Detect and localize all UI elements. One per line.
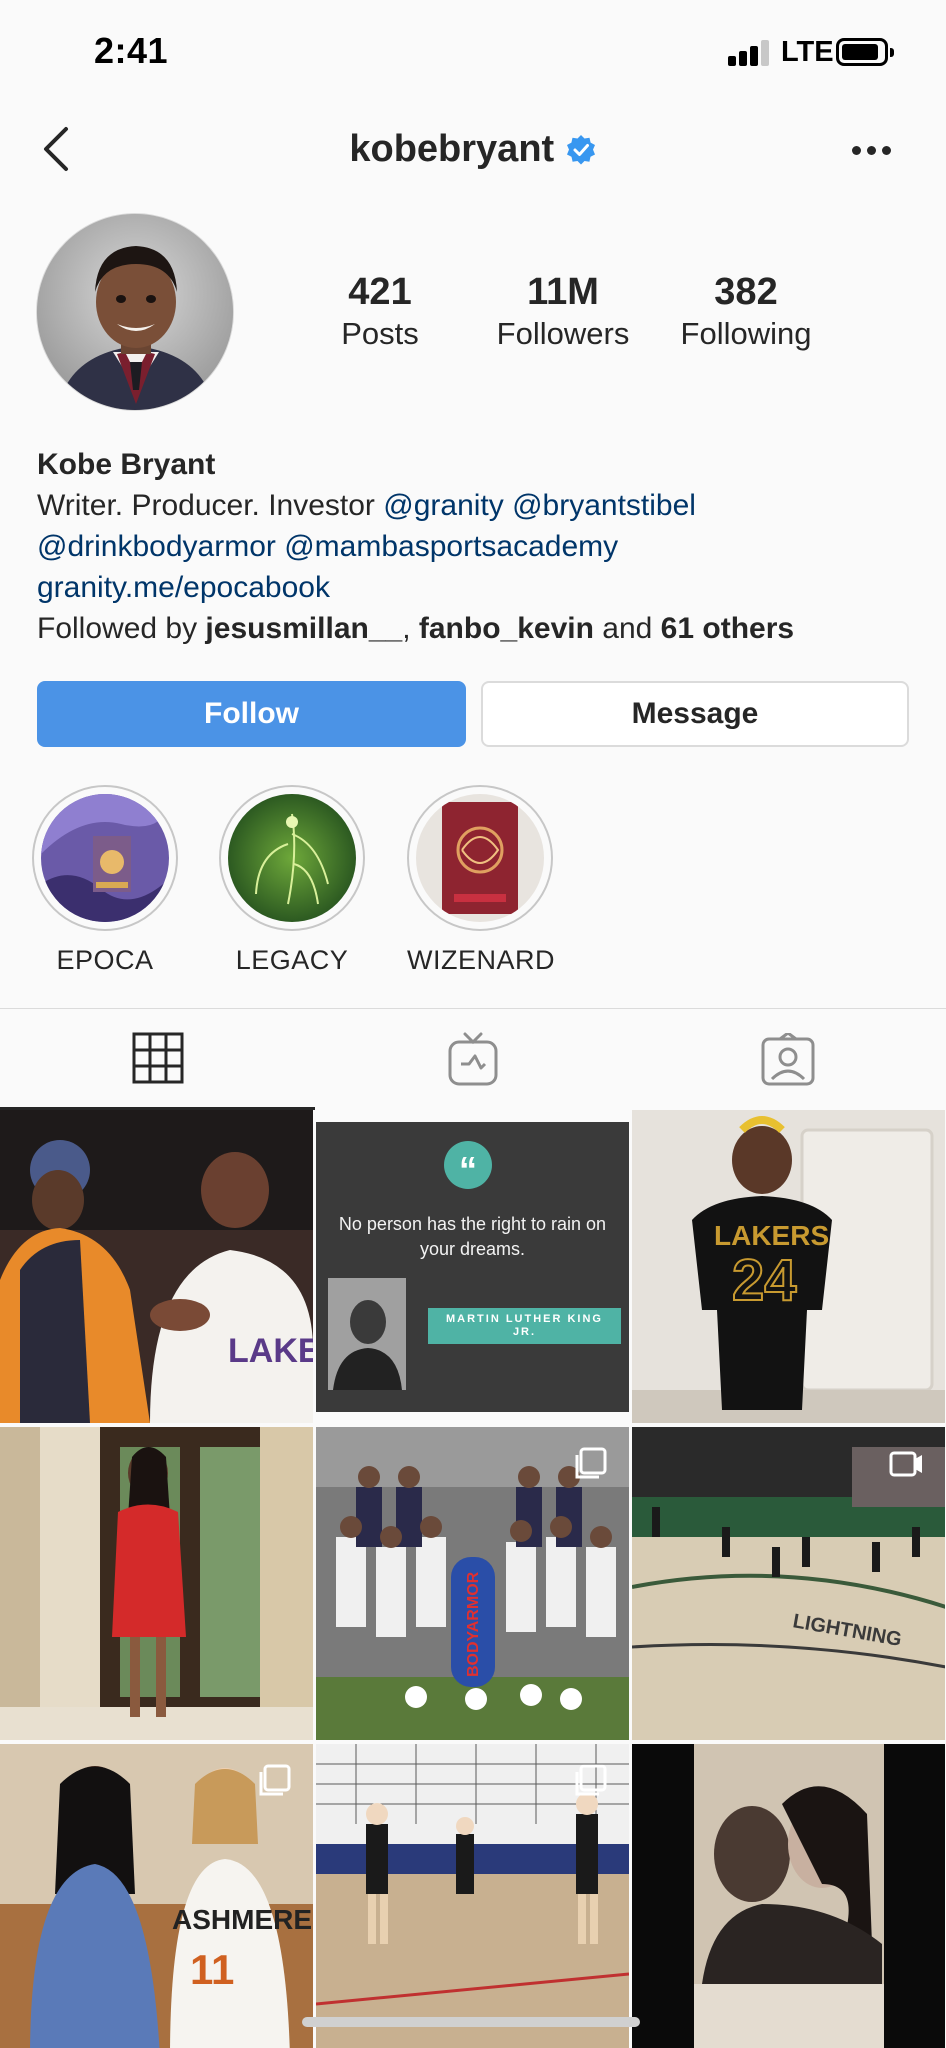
video-icon: [889, 1451, 922, 1477]
verified-badge-icon: [565, 134, 597, 166]
profile-avatar[interactable]: [36, 213, 234, 411]
status-time: 2:41: [94, 30, 169, 71]
posts-count[interactable]: 421 Posts: [290, 270, 470, 354]
signal-icon: [728, 40, 772, 66]
followers-count-value: 11M: [527, 271, 599, 313]
post-tile[interactable]: LAKERS 24: [632, 1110, 945, 1423]
post-tile[interactable]: ASHMERE 11: [0, 1744, 313, 2048]
mention-mambasportsacademy[interactable]: @mambasportsacademy: [284, 530, 618, 563]
following-count-value: 382: [714, 271, 778, 313]
tab-tagged[interactable]: [630, 1009, 945, 1110]
message-button[interactable]: Message: [481, 681, 909, 747]
highlight-label: LEGACY: [235, 945, 349, 975]
mention-bryantstibel[interactable]: @bryantstibel: [512, 489, 696, 522]
bodyarmor-text: BODYARMOR: [465, 1571, 482, 1677]
jersey-cashmere-text: ASHMERE: [172, 1904, 312, 1935]
highlight-epoca[interactable]: EPOCA: [32, 785, 178, 976]
followed-by-and: and: [593, 612, 661, 645]
bio-line-1: Writer. Producer. Investor @granity @bry…: [37, 485, 917, 526]
home-indicator: [302, 2017, 640, 2027]
post-tile[interactable]: “ No person has the right to rain on you…: [316, 1110, 629, 1423]
quote-icon: “: [444, 1141, 492, 1190]
highlight-label: WIZENARD: [407, 945, 555, 975]
highlight-epoca-image: [41, 794, 169, 922]
post-tile[interactable]: LAKERS: [0, 1110, 313, 1423]
quote-text: No person has the right to rain on your …: [338, 1214, 607, 1259]
highlight-label: EPOCA: [56, 945, 154, 975]
jersey-lakers-text-2: LAKERS: [714, 1220, 829, 1251]
post-tile[interactable]: BODYARMOR: [316, 1427, 629, 1740]
tab-grid[interactable]: [0, 1009, 315, 1110]
tab-igtv[interactable]: [315, 1009, 630, 1110]
jersey-lakers-text: LAKERS: [228, 1332, 313, 1370]
more-options-icon[interactable]: [852, 146, 892, 156]
mention-granity[interactable]: @granity: [383, 489, 504, 522]
mention-drinkbodyarmor[interactable]: @drinkbodyarmor: [37, 530, 276, 563]
status-bar: 2:41 LTE: [0, 0, 946, 100]
post-tile[interactable]: [316, 1744, 629, 2048]
highlight-ring: [407, 785, 553, 931]
followers-count-label: Followers: [496, 316, 630, 351]
highlight-ring: [219, 785, 365, 931]
bio-line-2: @drinkbodyarmor @mambasportsacademy: [37, 526, 917, 567]
bio-line-3: granity.me/epocabook: [37, 567, 917, 608]
profile-stats: 421 Posts 11M Followers 382 Following: [290, 270, 820, 360]
bio-text: Writer. Producer. Investor: [37, 489, 384, 522]
highlight-wizenard-image: [416, 794, 544, 922]
profile-tabs: [0, 1008, 946, 1110]
followed-by-sep: ,: [402, 612, 419, 645]
highlight-ring: [32, 785, 178, 931]
profile-bio: Kobe Bryant Writer. Producer. Investor @…: [37, 444, 917, 649]
post-tile[interactable]: [0, 1427, 313, 1740]
display-name: Kobe Bryant: [37, 448, 216, 481]
profile-screen: 2:41 LTE kobebryant 421 Posts 11M Follow…: [0, 0, 946, 2048]
network-label: LTE: [781, 36, 834, 68]
followed-by-user-2: fanbo_kevin: [418, 612, 594, 645]
jersey-number-11: 11: [190, 1946, 234, 1993]
posts-count-label: Posts: [341, 316, 419, 351]
following-count[interactable]: 382 Following: [656, 270, 836, 354]
follow-button[interactable]: Follow: [37, 681, 466, 747]
username: kobebryant: [349, 128, 555, 170]
jersey-number-24: 24: [732, 1248, 797, 1313]
followed-by[interactable]: Followed by jesusmillan__, fanbo_kevin a…: [37, 608, 917, 649]
post-tile[interactable]: [632, 1744, 945, 2048]
posts-count-value: 421: [348, 271, 412, 313]
tagged-icon: [761, 1032, 814, 1085]
igtv-icon: [448, 1032, 497, 1085]
highlight-legacy-image: [228, 794, 356, 922]
grid-icon: [132, 1032, 183, 1084]
following-count-label: Following: [680, 316, 812, 351]
highlight-legacy[interactable]: LEGACY: [219, 785, 365, 976]
battery-icon: [836, 38, 894, 66]
nav-bar: kobebryant: [0, 110, 946, 190]
carousel-icon: [575, 1447, 607, 1479]
followed-by-prefix: Followed by: [37, 612, 206, 645]
quote-author: MARTIN LUTHER KING JR.: [428, 1308, 621, 1344]
website-link[interactable]: granity.me/epocabook: [37, 571, 330, 604]
highlight-wizenard[interactable]: WIZENARD: [407, 785, 555, 976]
carousel-icon: [575, 1764, 607, 1796]
followed-by-user-1: jesusmillan__: [205, 612, 403, 645]
username-header: kobebryant: [0, 128, 946, 171]
followed-by-others: 61 others: [660, 612, 795, 645]
carousel-icon: [259, 1764, 291, 1796]
portrait-photo: [328, 1278, 406, 1390]
followers-count[interactable]: 11M Followers: [473, 270, 653, 354]
post-tile[interactable]: LIGHTNING: [632, 1427, 945, 1740]
posts-grid: LAKERS “ No person has the right to rain…: [0, 1110, 946, 2048]
